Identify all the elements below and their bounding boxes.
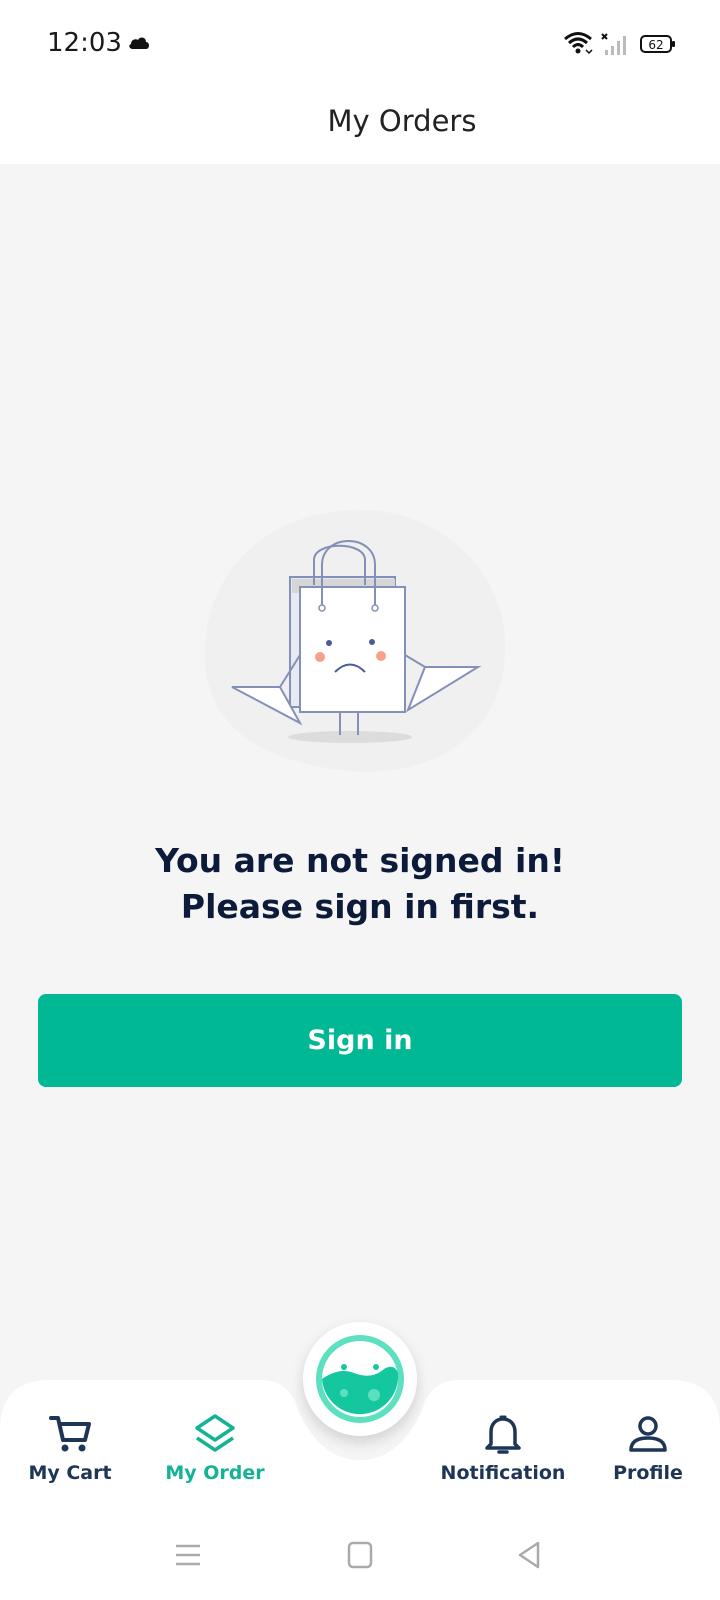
nav-label-my-order: My Order	[165, 1462, 265, 1484]
nav-item-my-order[interactable]: My Order	[145, 1412, 285, 1502]
message-line-2: Please sign in first.	[180, 887, 540, 926]
nav-label-profile: Profile	[613, 1462, 683, 1484]
home-icon[interactable]	[340, 1538, 380, 1572]
layers-icon	[195, 1414, 235, 1452]
flask-icon	[316, 1335, 404, 1423]
system-nav-bar	[0, 1510, 720, 1600]
nav-item-profile[interactable]: Profile	[578, 1412, 718, 1502]
header: My Orders	[0, 84, 720, 164]
sign-in-button[interactable]: Sign in	[38, 994, 682, 1087]
nav-label-my-cart: My Cart	[28, 1462, 112, 1484]
battery-icon: 62	[640, 35, 675, 53]
menu-icon[interactable]	[168, 1538, 208, 1572]
status-time: 12:03	[47, 28, 122, 58]
status-bar: 12:03 62	[0, 0, 720, 84]
battery-level: 62	[648, 38, 663, 52]
nav-item-notification[interactable]: Notification	[433, 1412, 573, 1502]
not-signed-in-message: You are not signed in! Please sign in fi…	[0, 838, 720, 930]
back-icon[interactable]	[510, 1538, 550, 1572]
cart-icon	[49, 1416, 91, 1452]
center-fab-button[interactable]	[303, 1322, 417, 1436]
page-title: My Orders	[327, 104, 477, 138]
bell-icon	[485, 1415, 521, 1454]
sad-shopping-bag-illustration	[204, 509, 506, 772]
message-line-1: You are not signed in!	[155, 841, 565, 880]
nav-label-notification: Notification	[440, 1462, 566, 1484]
signal-icon	[601, 33, 626, 55]
wifi-icon	[564, 32, 593, 55]
nav-item-my-cart[interactable]: My Cart	[0, 1412, 140, 1502]
cloud-icon	[129, 37, 149, 49]
person-icon	[629, 1416, 667, 1452]
